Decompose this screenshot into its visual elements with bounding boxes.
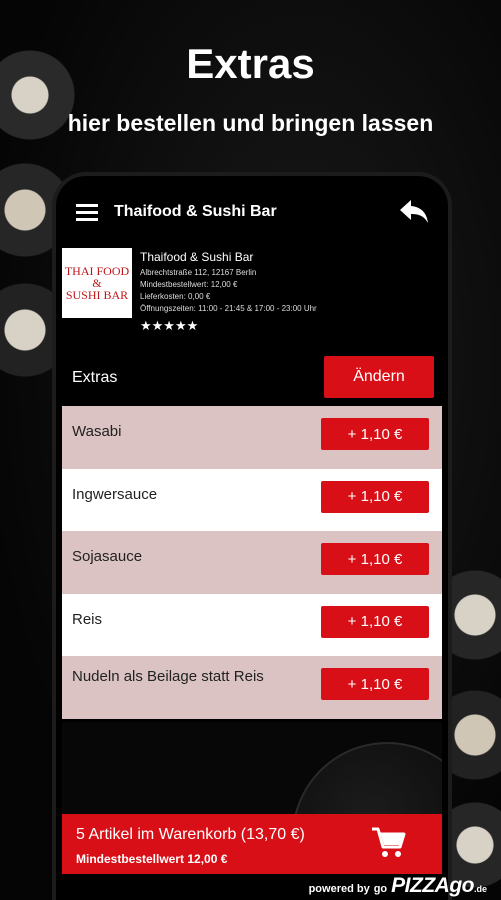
extra-name: Wasabi: [72, 423, 122, 440]
brand-tld: .de: [473, 884, 487, 894]
extras-list: Wasabi + 1,10 € Ingwersauce + 1,10 € Soj…: [62, 406, 442, 719]
reply-arrow-icon[interactable]: [398, 196, 430, 226]
add-extra-button[interactable]: + 1,10 €: [321, 543, 429, 575]
rating-stars: ★★★★★: [140, 318, 199, 333]
restaurant-min-order: Mindestbestellwert: 12,00 €: [140, 280, 238, 289]
promo-subline: hier bestellen und bringen lassen: [67, 110, 434, 136]
add-extra-button[interactable]: + 1,10 €: [321, 418, 429, 450]
restaurant-opening-hours: Öffnungszeiten: 11:00 - 21:45 & 17:00 - …: [140, 304, 317, 313]
extra-name: Nudeln als Beilage statt Reis: [72, 668, 264, 685]
powered-by-text: powered by: [308, 883, 370, 895]
shopping-cart-icon[interactable]: [370, 826, 406, 860]
restaurant-info: THAI FOOD & SUSHI BAR Thaifood & Sushi B…: [62, 248, 442, 340]
app-bar: Thaifood & Sushi Bar: [62, 184, 442, 240]
extras-section-header: Extras Ändern: [62, 356, 442, 400]
cart-bar[interactable]: 5 Artikel im Warenkorb (13,70 €) Mindest…: [62, 814, 442, 874]
add-extra-button[interactable]: + 1,10 €: [321, 668, 429, 700]
extra-name: Ingwersauce: [72, 485, 158, 503]
brand-prefix: go: [373, 883, 388, 895]
logo-line-3: SUSHI BAR: [65, 288, 129, 302]
plate-image: [292, 742, 442, 814]
extra-name: Sojasauce: [72, 548, 143, 565]
hamburger-menu-icon[interactable]: [76, 204, 98, 221]
powered-by-footer: powered by go PIZZAgo .de: [309, 874, 487, 898]
list-item: Sojasauce + 1,10 €: [62, 531, 442, 594]
section-title: Extras: [72, 369, 118, 386]
restaurant-delivery-cost: Lieferkosten: 0,00 €: [140, 292, 211, 301]
list-item: Nudeln als Beilage statt Reis + 1,10 €: [62, 656, 442, 719]
cart-summary: 5 Artikel im Warenkorb (13,70 €): [76, 826, 305, 843]
list-item: Ingwersauce + 1,10 €: [62, 468, 442, 531]
phone-frame: Thaifood & Sushi Bar THAI FOOD & SUSHI B…: [52, 172, 452, 900]
add-extra-button[interactable]: + 1,10 €: [321, 480, 429, 513]
restaurant-logo: THAI FOOD & SUSHI BAR: [62, 248, 132, 318]
restaurant-address: Albrechtstraße 112, 12167 Berlin: [140, 268, 257, 277]
app-bar-title: Thaifood & Sushi Bar: [114, 203, 277, 220]
list-item: Wasabi + 1,10 €: [62, 406, 442, 469]
cart-min-order: Mindestbestellwert 12,00 €: [76, 852, 228, 866]
app-screen: Thaifood & Sushi Bar THAI FOOD & SUSHI B…: [62, 184, 442, 900]
list-item: Reis + 1,10 €: [62, 593, 442, 656]
restaurant-name: Thaifood & Sushi Bar: [140, 250, 254, 264]
promo-headline: Extras: [186, 40, 315, 87]
empty-area: [62, 722, 442, 814]
change-button[interactable]: Ändern: [324, 356, 434, 398]
extra-name: Reis: [72, 610, 103, 628]
add-extra-button[interactable]: + 1,10 €: [321, 605, 429, 638]
brand-logo: PIZZAgo: [391, 874, 474, 897]
